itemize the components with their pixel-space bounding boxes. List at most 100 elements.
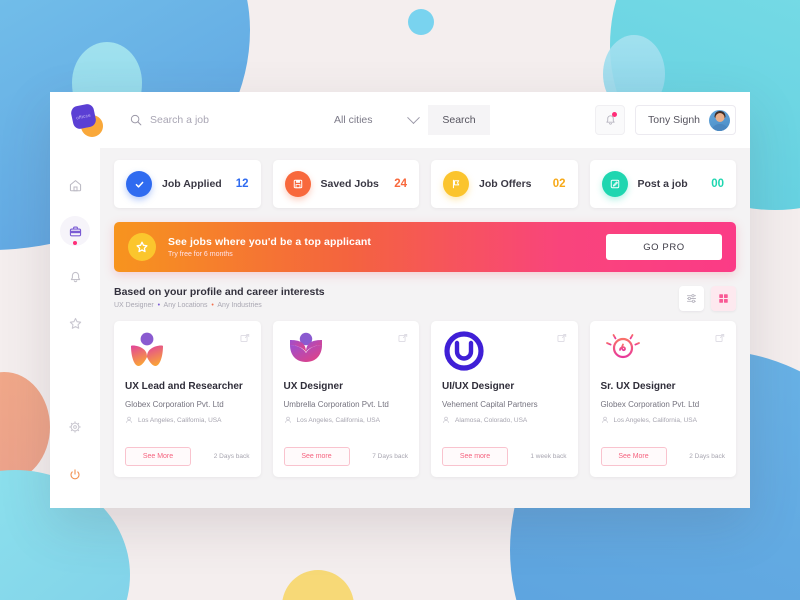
sidebar-item-home[interactable] — [60, 170, 90, 200]
job-posted-time: 1 week back — [530, 453, 567, 460]
job-posted-time: 7 Days back — [372, 453, 408, 460]
location-person-icon — [601, 416, 608, 423]
job-card[interactable]: Sr. UX Designer Globex Corporation Pvt. … — [589, 321, 736, 477]
promo-text: See jobs where you'd be a top applicant … — [168, 236, 606, 258]
section-header-text: Based on your profile and career interes… — [114, 286, 325, 309]
gear-icon — [69, 421, 81, 433]
filter-separator-1: • — [155, 302, 162, 309]
city-select[interactable]: All cities — [334, 105, 420, 135]
job-location-row: Los Angeles, California, USA — [125, 416, 250, 424]
bell-icon — [70, 271, 80, 282]
bg-dot-top-center — [408, 9, 434, 35]
promo-title: See jobs where you'd be a top applicant — [168, 236, 372, 248]
user-name: Tony Signh — [648, 114, 700, 126]
job-card-footer: See more 7 Days back — [283, 447, 408, 466]
section-filters: UX Designer • Any Locations • Any Indust… — [114, 302, 325, 309]
see-more-button[interactable]: See More — [125, 447, 191, 466]
job-cards-grid: UX Lead and Researcher Globex Corporatio… — [114, 321, 736, 477]
location-person-icon — [126, 416, 132, 423]
power-icon — [70, 469, 80, 480]
stat-value: 12 — [235, 178, 249, 190]
sidebar-active-indicator — [73, 241, 77, 245]
job-company: Umbrella Corporation Pvt. Ltd — [283, 400, 389, 409]
job-title: UI/UX Designer — [442, 381, 515, 392]
app-logo[interactable]: officce — [62, 102, 112, 137]
see-more-button[interactable]: See more — [442, 447, 508, 466]
sidebar-item-logout[interactable] — [60, 460, 90, 490]
share-icon[interactable] — [239, 331, 251, 349]
star-icon — [128, 233, 156, 261]
filter-location: Any Locations — [163, 302, 208, 309]
job-card[interactable]: UX Designer Umbrella Corporation Pvt. Lt… — [272, 321, 419, 477]
stat-value: 00 — [711, 178, 724, 190]
sidebar-bottom-nav — [60, 412, 90, 490]
person-book-logo — [289, 332, 322, 362]
job-card-footer: See More 2 Days back — [125, 447, 250, 466]
stat-label: Job Applied — [162, 178, 222, 190]
search-box[interactable] — [130, 105, 320, 135]
share-icon[interactable] — [556, 331, 568, 349]
sidebar-item-settings[interactable] — [60, 412, 90, 442]
edit-square-icon — [601, 171, 628, 197]
see-more-button[interactable]: See more — [283, 447, 350, 466]
stat-card-job-applied[interactable]: Job Applied 12 — [114, 160, 261, 208]
logo-text: officce — [75, 112, 92, 121]
stat-card-job-offers[interactable]: Job Offers 02 — [431, 160, 578, 208]
section-title: Based on your profile and career interes… — [114, 286, 325, 298]
home-icon — [69, 179, 81, 191]
job-posted-time: 2 Days back — [213, 453, 250, 460]
section-header: Based on your profile and career interes… — [114, 286, 736, 311]
chevron-down-icon — [407, 110, 420, 124]
top-bar-right: Tony Signh — [595, 105, 736, 135]
sidebar-item-notifications[interactable] — [60, 262, 90, 292]
search-button[interactable]: Search — [428, 105, 490, 135]
sliders-icon — [686, 294, 697, 303]
view-toggle — [679, 286, 736, 311]
search-icon — [130, 114, 142, 126]
stat-value: 24 — [394, 178, 407, 190]
stat-card-saved-jobs[interactable]: Saved Jobs 24 — [272, 160, 419, 208]
job-posted-time: 2 Days back — [689, 453, 725, 460]
flag-icon — [443, 171, 469, 197]
job-location: Los Angeles, California, USA — [296, 416, 380, 424]
job-card-footer: See more 1 week back — [442, 447, 567, 466]
see-more-button[interactable]: See More — [600, 447, 667, 466]
stat-value: 02 — [552, 178, 566, 190]
job-location: Los Angeles, California, USA — [613, 416, 697, 424]
job-location-row: Los Angeles, California, USA — [284, 416, 409, 424]
search-input[interactable] — [150, 114, 320, 126]
job-location: Los Angeles, California, USA — [138, 416, 222, 424]
notification-button[interactable] — [595, 105, 626, 135]
filter-industry: Any Industries — [217, 302, 262, 309]
stat-label: Job Offers — [479, 178, 532, 190]
job-company: Globex Corporation Pvt. Ltd — [125, 400, 224, 409]
job-location: Alamosa, Colorado, USA — [455, 416, 528, 424]
bg-blob-left-orange — [0, 372, 50, 482]
sidebar-item-jobs[interactable] — [60, 216, 90, 246]
user-menu[interactable]: Tony Signh — [635, 105, 736, 135]
job-card[interactable]: UI/UX Designer Vehement Capital Partners… — [431, 321, 578, 477]
share-icon[interactable] — [714, 331, 726, 349]
bg-blob-bottom-yellow — [282, 570, 354, 600]
stat-label: Saved Jobs — [320, 178, 379, 190]
city-select-value: All cities — [334, 114, 373, 126]
stat-label: Post a job — [637, 178, 688, 190]
promo-banner: See jobs where you'd be a top applicant … — [114, 222, 736, 272]
grid-view-button[interactable] — [711, 286, 736, 311]
promo-subtitle: Try free for 6 months — [168, 251, 233, 258]
lightbulb-logo — [605, 331, 640, 365]
list-view-button[interactable] — [679, 286, 704, 311]
stat-card-post-a-job[interactable]: Post a job 00 — [589, 160, 736, 208]
go-pro-button[interactable]: GO PRO — [606, 234, 722, 260]
lotus-logo — [131, 332, 163, 366]
stats-row: Job Applied 12 Saved Jobs 24 Job Offers … — [114, 160, 736, 208]
briefcase-icon — [69, 226, 81, 236]
share-icon[interactable] — [397, 331, 409, 349]
sidebar-item-favorites[interactable] — [60, 308, 90, 338]
app-body: Job Applied 12 Saved Jobs 24 Job Offers … — [50, 148, 750, 508]
job-card-footer: See More 2 Days back — [600, 447, 725, 466]
letter-u-logo — [444, 331, 484, 371]
sidebar-top-nav — [60, 170, 90, 338]
job-card[interactable]: UX Lead and Researcher Globex Corporatio… — [114, 321, 261, 477]
filter-separator-2: • — [209, 302, 216, 309]
